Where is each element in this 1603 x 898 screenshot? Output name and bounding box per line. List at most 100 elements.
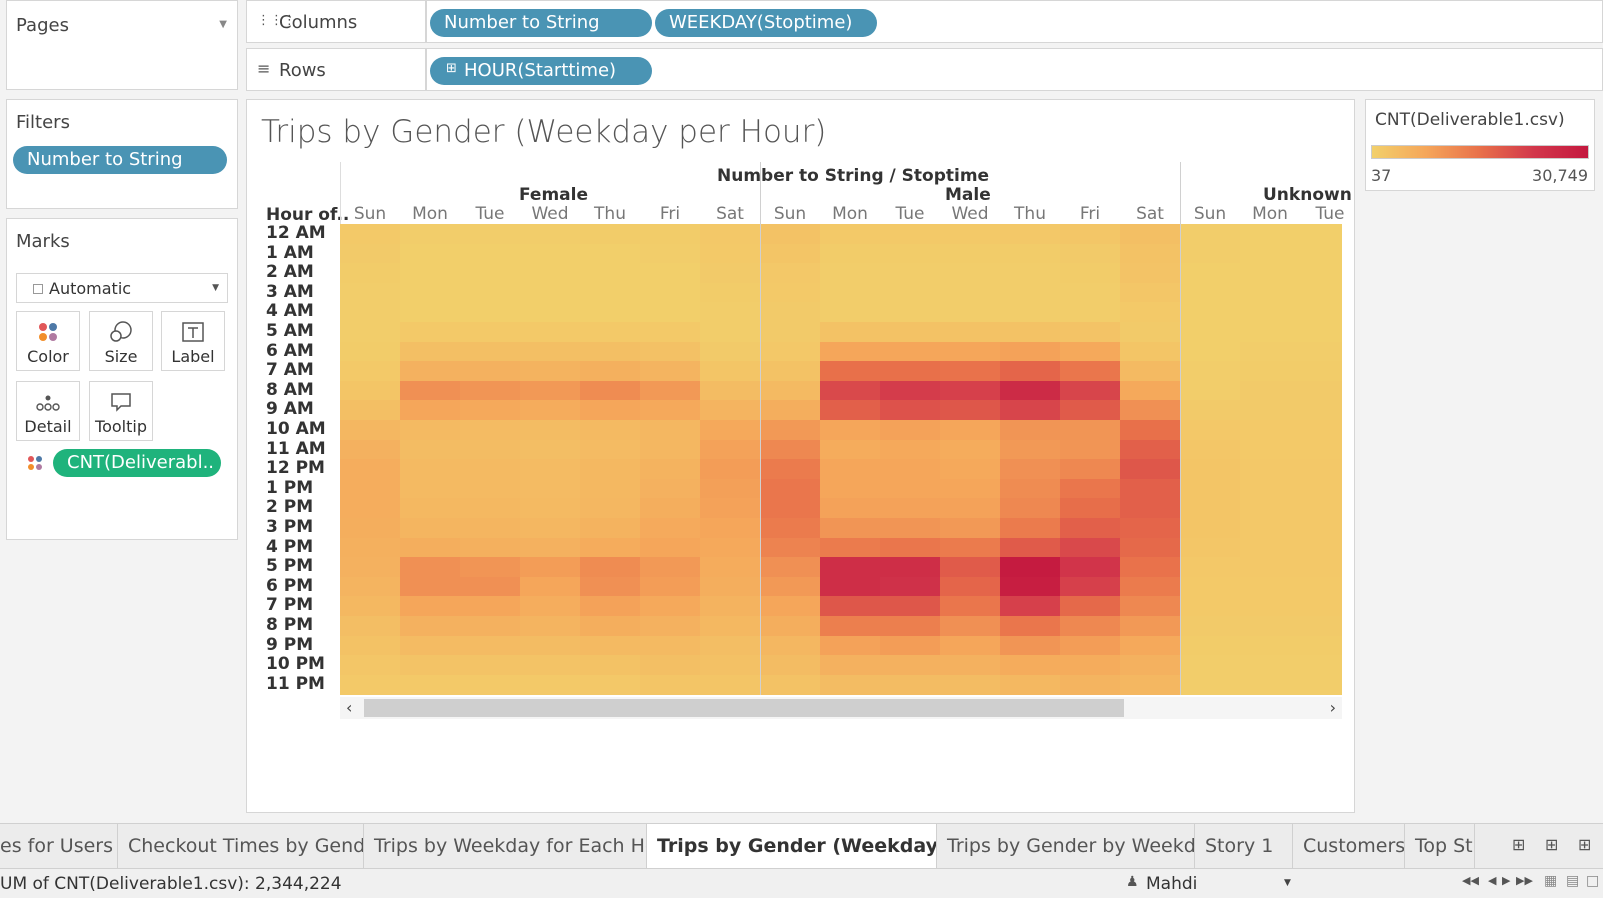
heatmap-cell[interactable] (1180, 518, 1241, 539)
heatmap-cell[interactable] (700, 380, 761, 402)
heatmap-cell[interactable] (1000, 518, 1061, 539)
heatmap-cell[interactable] (520, 518, 581, 539)
heatmap-cell[interactable] (340, 557, 401, 578)
heatmap-cell[interactable] (1180, 302, 1241, 323)
heatmap-cell[interactable] (760, 263, 821, 284)
heatmap-cell[interactable] (1120, 616, 1181, 637)
heatmap-cell[interactable] (820, 518, 881, 539)
heatmap-cell[interactable] (520, 322, 581, 343)
heatmap-cell[interactable] (1180, 576, 1241, 598)
heatmap-cell[interactable] (1060, 616, 1121, 637)
heatmap-cell[interactable] (760, 322, 821, 343)
heatmap-cell[interactable] (760, 674, 821, 695)
heatmap-cell[interactable] (760, 243, 821, 265)
heatmap-cell[interactable] (580, 380, 641, 402)
heatmap-cell[interactable] (1120, 420, 1181, 441)
heatmap-cell[interactable] (880, 674, 941, 695)
heatmap-cell[interactable] (1240, 263, 1301, 284)
heatmap-cell[interactable] (640, 341, 701, 363)
heatmap-cell[interactable] (1300, 557, 1342, 578)
heatmap-cell[interactable] (640, 655, 701, 676)
heatmap-cell[interactable] (340, 302, 401, 323)
heatmap-cell[interactable] (1000, 380, 1061, 402)
heatmap-cell[interactable] (640, 576, 701, 598)
heatmap-cell[interactable] (1240, 420, 1301, 441)
heatmap-cell[interactable] (700, 361, 761, 382)
heatmap-cell[interactable] (640, 478, 701, 500)
heatmap-cell[interactable] (460, 322, 521, 343)
heatmap-cell[interactable] (1180, 322, 1241, 343)
heatmap-cell[interactable] (1000, 302, 1061, 323)
heatmap-cell[interactable] (1000, 537, 1061, 559)
heatmap-cell[interactable] (760, 518, 821, 539)
heatmap-cell[interactable] (400, 322, 461, 343)
scrollbar-thumb[interactable] (364, 699, 1124, 717)
heatmap-cell[interactable] (820, 478, 881, 500)
heatmap-cell[interactable] (1240, 655, 1301, 676)
heatmap-cell[interactable] (820, 557, 881, 578)
filter-pill-number-to-string[interactable]: Number to String (13, 146, 227, 174)
heatmap-cell[interactable] (820, 674, 881, 695)
heatmap-cell[interactable] (1240, 302, 1301, 323)
heatmap-cell[interactable] (340, 596, 401, 617)
heatmap-cell[interactable] (880, 439, 941, 461)
heatmap-cell[interactable] (700, 655, 761, 676)
heatmap-cell[interactable] (1240, 518, 1301, 539)
heatmap-cell[interactable] (760, 557, 821, 578)
heatmap-cell[interactable] (580, 498, 641, 519)
heatmap-cell[interactable] (760, 420, 821, 441)
heatmap-cell[interactable] (1000, 439, 1061, 461)
heatmap-cell[interactable] (340, 224, 401, 245)
heatmap[interactable] (340, 224, 1342, 695)
heatmap-cell[interactable] (880, 341, 941, 363)
heatmap-cell[interactable] (1240, 478, 1301, 500)
heatmap-cell[interactable] (400, 557, 461, 578)
heatmap-cell[interactable] (520, 459, 581, 480)
heatmap-cell[interactable] (580, 243, 641, 265)
heatmap-cell[interactable] (580, 576, 641, 598)
heatmap-cell[interactable] (460, 380, 521, 402)
heatmap-cell[interactable] (1060, 341, 1121, 363)
new-worksheet-icon[interactable]: ⊞ (1512, 835, 1525, 854)
heatmap-cell[interactable] (1240, 282, 1301, 304)
heatmap-cell[interactable] (1180, 596, 1241, 617)
heatmap-cell[interactable] (1120, 596, 1181, 617)
heatmap-cell[interactable] (400, 655, 461, 676)
heatmap-cell[interactable] (1240, 361, 1301, 382)
heatmap-cell[interactable] (640, 400, 701, 421)
heatmap-cell[interactable] (700, 537, 761, 559)
heatmap-cell[interactable] (640, 635, 701, 657)
heatmap-cell[interactable] (820, 341, 881, 363)
heatmap-cell[interactable] (1060, 537, 1121, 559)
heatmap-cell[interactable] (640, 282, 701, 304)
heatmap-cell[interactable] (1060, 322, 1121, 343)
heatmap-cell[interactable] (340, 322, 401, 343)
heatmap-cell[interactable] (340, 439, 401, 461)
heatmap-cell[interactable] (700, 263, 761, 284)
tooltip-card[interactable]: Tooltip (89, 381, 153, 441)
heatmap-cell[interactable] (940, 576, 1001, 598)
heatmap-cell[interactable] (700, 518, 761, 539)
heatmap-cell[interactable] (1240, 224, 1301, 245)
heatmap-cell[interactable] (1240, 576, 1301, 598)
heatmap-cell[interactable] (700, 243, 761, 265)
heatmap-cell[interactable] (340, 459, 401, 480)
list-view-icon[interactable]: ▤ (1566, 873, 1579, 889)
heatmap-cell[interactable] (400, 420, 461, 441)
heatmap-cell[interactable] (520, 400, 581, 421)
heatmap-cell[interactable] (400, 243, 461, 265)
heatmap-cell[interactable] (820, 380, 881, 402)
heatmap-cell[interactable] (820, 537, 881, 559)
heatmap-cell[interactable] (1120, 674, 1181, 695)
heatmap-cell[interactable] (1300, 674, 1342, 695)
heatmap-cell[interactable] (640, 224, 701, 245)
heatmap-cell[interactable] (1060, 380, 1121, 402)
heatmap-cell[interactable] (1240, 380, 1301, 402)
heatmap-cell[interactable] (460, 596, 521, 617)
heatmap-cell[interactable] (1000, 420, 1061, 441)
heatmap-cell[interactable] (760, 400, 821, 421)
heatmap-cell[interactable] (640, 420, 701, 441)
heatmap-cell[interactable] (460, 557, 521, 578)
heatmap-cell[interactable] (400, 459, 461, 480)
heatmap-cell[interactable] (1180, 674, 1241, 695)
